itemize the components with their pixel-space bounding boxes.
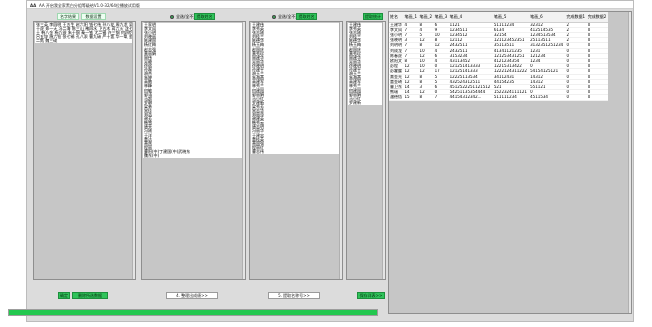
name-list-2[interactable]: 王建伟 李秀英 张志刚 刘桂兰 陈德华 杨玉梅 赵国庆 黄秀珍 周建华 吴丽华 徐晓明 孙建平 胡玉兰朱… — [249, 21, 343, 280]
results-table-panel: 姓名 笔画_1 笔画_2 笔画_3 笔画_4 笔画_5 笔画_6 完成数据1 完成数据2 王建华… — [388, 11, 632, 314]
column-header[interactable]: 笔画_1 — [403, 12, 419, 23]
table-vertical-scrollbar[interactable] — [628, 12, 631, 313]
table-cell: 121253431251 — [492, 53, 530, 59]
table-cell: 1522324111121 — [492, 89, 530, 96]
column-header[interactable]: 姓名 — [389, 12, 404, 23]
column-header[interactable]: 笔画_2 — [418, 12, 434, 23]
table-cell: 4512522251121512 — [448, 84, 493, 91]
name-list-3-text: 王建伟 李秀英 张志刚 刘桂兰 陈德华 杨玉梅 赵国庆 黄秀珍 周建华 吴丽华 徐晓明 孙建平 胡玉兰朱… — [348, 22, 384, 105]
table-cell: 欧阳文 — [389, 58, 404, 65]
delete-selected-button[interactable]: 删除所选数据 — [72, 292, 108, 299]
extract-stats-button[interactable]: 提取统计 — [363, 13, 383, 20]
name-list-2-text: 王建伟 李秀英 张志刚 刘桂兰 陈德华 杨玉梅 赵国庆 黄秀珍 周建华 吴丽华 徐晓明 孙建平 胡玉兰朱… — [251, 22, 341, 154]
table-cell: 曹卫东 — [389, 84, 404, 91]
save-table-button[interactable]: 保存详表>> — [357, 292, 385, 299]
table-cell: 44154312342... — [448, 94, 493, 101]
table-cell: 7 — [433, 94, 449, 101]
table-cell: 511111234 — [492, 94, 530, 101]
name-list-1[interactable]: 王家明 李文凤 张小明 刘晓丽 陈建国 杨红梅 赵志强 黄丽娟 周伟 吴静 徐斌 孙磊 胡杰 朱婷 高鹏 林峰… — [141, 21, 246, 280]
confirm-button[interactable]: 确定 — [58, 292, 70, 299]
radio-icon — [170, 14, 174, 19]
source-text: 张三英 李四明 王五生 赵六阳 钱七伟 孙八花 周九龙 吴十虎 郑一天 冯二海 … — [35, 22, 134, 44]
organize-results-button[interactable]: 4. 整理出成绩>> — [166, 292, 218, 299]
table-cell: 4511534 — [529, 94, 566, 101]
table-cell: 刘成龙 — [389, 48, 404, 54]
vertical-scrollbar[interactable] — [339, 22, 342, 279]
table-cell: 张小明 — [389, 32, 404, 39]
column-header[interactable]: 笔画_5 — [492, 12, 530, 23]
vertical-scrollbar[interactable] — [382, 22, 385, 279]
table-cell: 3132351251234 — [529, 42, 566, 49]
table-cell: 张晓明 — [389, 37, 404, 44]
table-cell: 王建华 — [389, 22, 404, 28]
table-cell: 0 — [586, 94, 608, 101]
progress-fill — [9, 310, 377, 315]
list-item: 曹志伟 — [252, 148, 264, 154]
table-cell: 陈春虎 — [389, 53, 404, 59]
table-cell: 潘德悟 — [389, 94, 404, 101]
progress-bar — [8, 309, 378, 316]
radio-icon — [272, 14, 276, 19]
table-body: 王建华 4 8 6 1121 51111234 32312 2 0 李文凤 7 4 9 1234511 61… — [389, 22, 608, 101]
column-header[interactable]: 笔画_4 — [448, 12, 493, 23]
list-item: 罗建新 — [349, 99, 361, 105]
extract-name-button-1[interactable]: 提取姓名 — [194, 13, 215, 20]
table-cell: 彭霍霆 — [389, 68, 404, 75]
table-cell: 薰金光 — [389, 74, 404, 80]
results-table: 姓名 笔画_1 笔画_2 笔画_3 笔画_4 笔画_5 笔画_6 完成数据1 完成数据2 王建华… — [389, 12, 608, 101]
table-cell: 1222124311222 — [492, 68, 530, 75]
table-cell: 15 — [403, 94, 419, 101]
title-bar: AA AA 开启我全家黑白分组等级给V1.0-32/64位播放试用版 — [27, 1, 633, 9]
table-cell: 李文凤 — [389, 27, 404, 33]
table-cell: 刘明明 — [389, 42, 404, 49]
table-cell: 121123452351 — [492, 37, 530, 44]
table-cell: 0 — [565, 94, 587, 101]
list-item: 魏东(中) — [144, 153, 160, 158]
tab-settings[interactable]: 数据设置 — [81, 13, 106, 20]
window-title: AA 开启我全家黑白分组等级给V1.0-32/64位播放试用版 — [39, 3, 140, 8]
table-cell: 董金琦 — [389, 79, 404, 85]
column-header[interactable]: 完成数据1 — [565, 12, 587, 23]
column-header[interactable]: 完成数据2 — [586, 12, 608, 23]
table-row[interactable]: 潘德悟 15 8 7 44154312342... 511111234 4511534 0 0 — [389, 94, 608, 101]
table-cell: 8 — [418, 94, 434, 101]
vertical-scrollbar[interactable] — [242, 22, 245, 279]
extract-name-button-2[interactable]: 提取姓名 — [296, 13, 317, 20]
name-list-1-text: 王家明 李文凤 张小明 刘晓丽 陈建国 杨红梅 赵志强 黄丽娟 周伟 吴静 徐斌 孙磊 胡杰 朱婷 高鹏 林峰… — [143, 22, 244, 159]
app-logo-icon: AA — [30, 3, 37, 8]
extract-number-button[interactable]: 5. 提取名称号>> — [268, 292, 320, 299]
column-header[interactable]: 笔画_3 — [433, 12, 449, 23]
name-list-3[interactable]: 王建伟 李秀英 张志刚 刘桂兰 陈德华 杨玉梅 赵国庆 黄秀珍 周建华 吴丽华 徐晓明 孙建平 胡玉兰朱… — [346, 21, 386, 280]
tab-results[interactable]: 名字结果 — [57, 13, 79, 20]
table-header-row: 姓名 笔画_1 笔画_2 笔画_3 笔画_4 笔画_5 笔画_6 完成数据1 完成数据2 — [389, 12, 608, 23]
column-header[interactable]: 笔画_6 — [529, 12, 566, 23]
vertical-scrollbar[interactable] — [132, 22, 135, 279]
name-source-textbox[interactable]: 张三英 李四明 王五生 赵六阳 钱七伟 孙八花 周九龙 吴十虎 郑一天 冯二海 … — [33, 21, 136, 280]
